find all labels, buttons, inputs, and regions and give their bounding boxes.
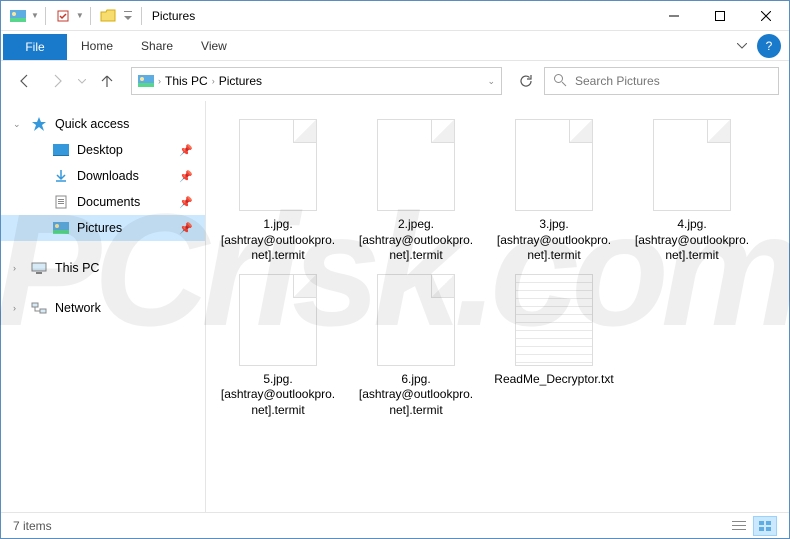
nav-forward-button[interactable] bbox=[43, 67, 71, 95]
quick-access-icon bbox=[31, 116, 47, 132]
chevron-down-icon: ⌄ bbox=[13, 119, 21, 130]
close-button[interactable] bbox=[743, 1, 789, 31]
window-titlebar: ▼ ▼ Pictures bbox=[1, 1, 789, 31]
ribbon-tab-home[interactable]: Home bbox=[67, 31, 127, 61]
file-icon bbox=[377, 119, 455, 211]
ribbon-tab-share[interactable]: Share bbox=[127, 31, 187, 61]
file-icon bbox=[239, 119, 317, 211]
chevron-right-icon: › bbox=[13, 263, 16, 273]
file-name: 6.jpg.[ashtray@outlookpro.net].termit bbox=[356, 372, 476, 419]
qat-app-icon[interactable] bbox=[7, 5, 29, 27]
nav-up-button[interactable] bbox=[93, 67, 121, 95]
file-name: 4.jpg.[ashtray@outlookpro.net].termit bbox=[632, 217, 752, 264]
sidebar-item-label: Downloads bbox=[77, 169, 139, 183]
sidebar-item-pictures[interactable]: Pictures 📌 bbox=[1, 215, 205, 241]
sidebar-item-desktop[interactable]: Desktop 📌 bbox=[1, 137, 205, 163]
help-button[interactable]: ? bbox=[757, 34, 781, 58]
window-title: Pictures bbox=[152, 9, 195, 23]
search-box[interactable] bbox=[544, 67, 779, 95]
ribbon-tabs: File Home Share View ? bbox=[1, 31, 789, 61]
view-icons-button[interactable] bbox=[753, 516, 777, 536]
file-icon bbox=[653, 119, 731, 211]
breadcrumb-dropdown-icon[interactable]: ⌄ bbox=[487, 76, 495, 87]
sidebar-item-label: Pictures bbox=[77, 221, 122, 235]
file-name: ReadMe_Decryptor.txt bbox=[494, 372, 613, 388]
qat-overflow[interactable] bbox=[121, 5, 135, 27]
sidebar-label: This PC bbox=[55, 261, 99, 275]
view-details-button[interactable] bbox=[727, 516, 751, 536]
sidebar-item-label: Documents bbox=[77, 195, 140, 209]
file-item[interactable]: 6.jpg.[ashtray@outlookpro.net].termit bbox=[356, 274, 476, 419]
sidebar-quick-access[interactable]: ⌄ Quick access bbox=[1, 111, 205, 137]
file-name: 3.jpg.[ashtray@outlookpro.net].termit bbox=[494, 217, 614, 264]
nav-back-button[interactable] bbox=[11, 67, 39, 95]
maximize-button[interactable] bbox=[697, 1, 743, 31]
chevron-right-icon: › bbox=[13, 303, 16, 313]
nav-recent-dropdown[interactable] bbox=[75, 67, 89, 95]
downloads-icon bbox=[53, 168, 69, 184]
file-icon bbox=[515, 119, 593, 211]
item-count: 7 items bbox=[13, 519, 52, 533]
file-view[interactable]: 1.jpg.[ashtray@outlookpro.net].termit 2.j… bbox=[206, 101, 789, 512]
file-name: 1.jpg.[ashtray@outlookpro.net].termit bbox=[218, 217, 338, 264]
search-icon bbox=[553, 73, 567, 90]
desktop-icon bbox=[53, 142, 69, 158]
breadcrumb[interactable]: › This PC › Pictures ⌄ bbox=[131, 67, 502, 95]
text-file-icon bbox=[515, 274, 593, 366]
address-bar: › This PC › Pictures ⌄ bbox=[1, 61, 789, 101]
network-icon bbox=[31, 300, 47, 316]
search-input[interactable] bbox=[575, 74, 770, 88]
file-item[interactable]: 5.jpg.[ashtray@outlookpro.net].termit bbox=[218, 274, 338, 419]
file-name: 2.jpeg.[ashtray@outlookpro.net].termit bbox=[356, 217, 476, 264]
documents-icon bbox=[53, 194, 69, 210]
file-item[interactable]: 1.jpg.[ashtray@outlookpro.net].termit bbox=[218, 119, 338, 264]
file-item[interactable]: 2.jpeg.[ashtray@outlookpro.net].termit bbox=[356, 119, 476, 264]
pin-icon: 📌 bbox=[179, 170, 193, 183]
breadcrumb-folder-icon bbox=[138, 73, 154, 89]
qat-folder-icon[interactable] bbox=[97, 5, 119, 27]
file-item[interactable]: ReadMe_Decryptor.txt bbox=[494, 274, 614, 419]
ribbon-expand-icon[interactable] bbox=[727, 43, 757, 49]
sidebar-this-pc[interactable]: › This PC bbox=[1, 255, 205, 281]
this-pc-icon bbox=[31, 260, 47, 276]
refresh-button[interactable] bbox=[512, 67, 540, 95]
status-bar: 7 items bbox=[1, 512, 789, 538]
file-icon bbox=[377, 274, 455, 366]
sidebar-item-label: Desktop bbox=[77, 143, 123, 157]
file-icon bbox=[239, 274, 317, 366]
minimize-button[interactable] bbox=[651, 1, 697, 31]
pin-icon: 📌 bbox=[179, 144, 193, 157]
navigation-pane: ⌄ Quick access Desktop 📌 Downloads 📌 bbox=[1, 101, 206, 512]
ribbon-tab-view[interactable]: View bbox=[187, 31, 241, 61]
breadcrumb-pictures[interactable]: Pictures bbox=[219, 74, 262, 88]
file-name: 5.jpg.[ashtray@outlookpro.net].termit bbox=[218, 372, 338, 419]
file-item[interactable]: 4.jpg.[ashtray@outlookpro.net].termit bbox=[632, 119, 752, 264]
ribbon-file-tab[interactable]: File bbox=[3, 34, 67, 60]
sidebar-label: Network bbox=[55, 301, 101, 315]
pin-icon: 📌 bbox=[179, 196, 193, 209]
qat-properties-icon[interactable] bbox=[52, 5, 74, 27]
sidebar-label: Quick access bbox=[55, 117, 129, 131]
pictures-icon bbox=[53, 220, 69, 236]
sidebar-network[interactable]: › Network bbox=[1, 295, 205, 321]
file-item[interactable]: 3.jpg.[ashtray@outlookpro.net].termit bbox=[494, 119, 614, 264]
pin-icon: 📌 bbox=[179, 222, 193, 235]
sidebar-item-documents[interactable]: Documents 📌 bbox=[1, 189, 205, 215]
sidebar-item-downloads[interactable]: Downloads 📌 bbox=[1, 163, 205, 189]
breadcrumb-this-pc[interactable]: This PC bbox=[165, 74, 208, 88]
